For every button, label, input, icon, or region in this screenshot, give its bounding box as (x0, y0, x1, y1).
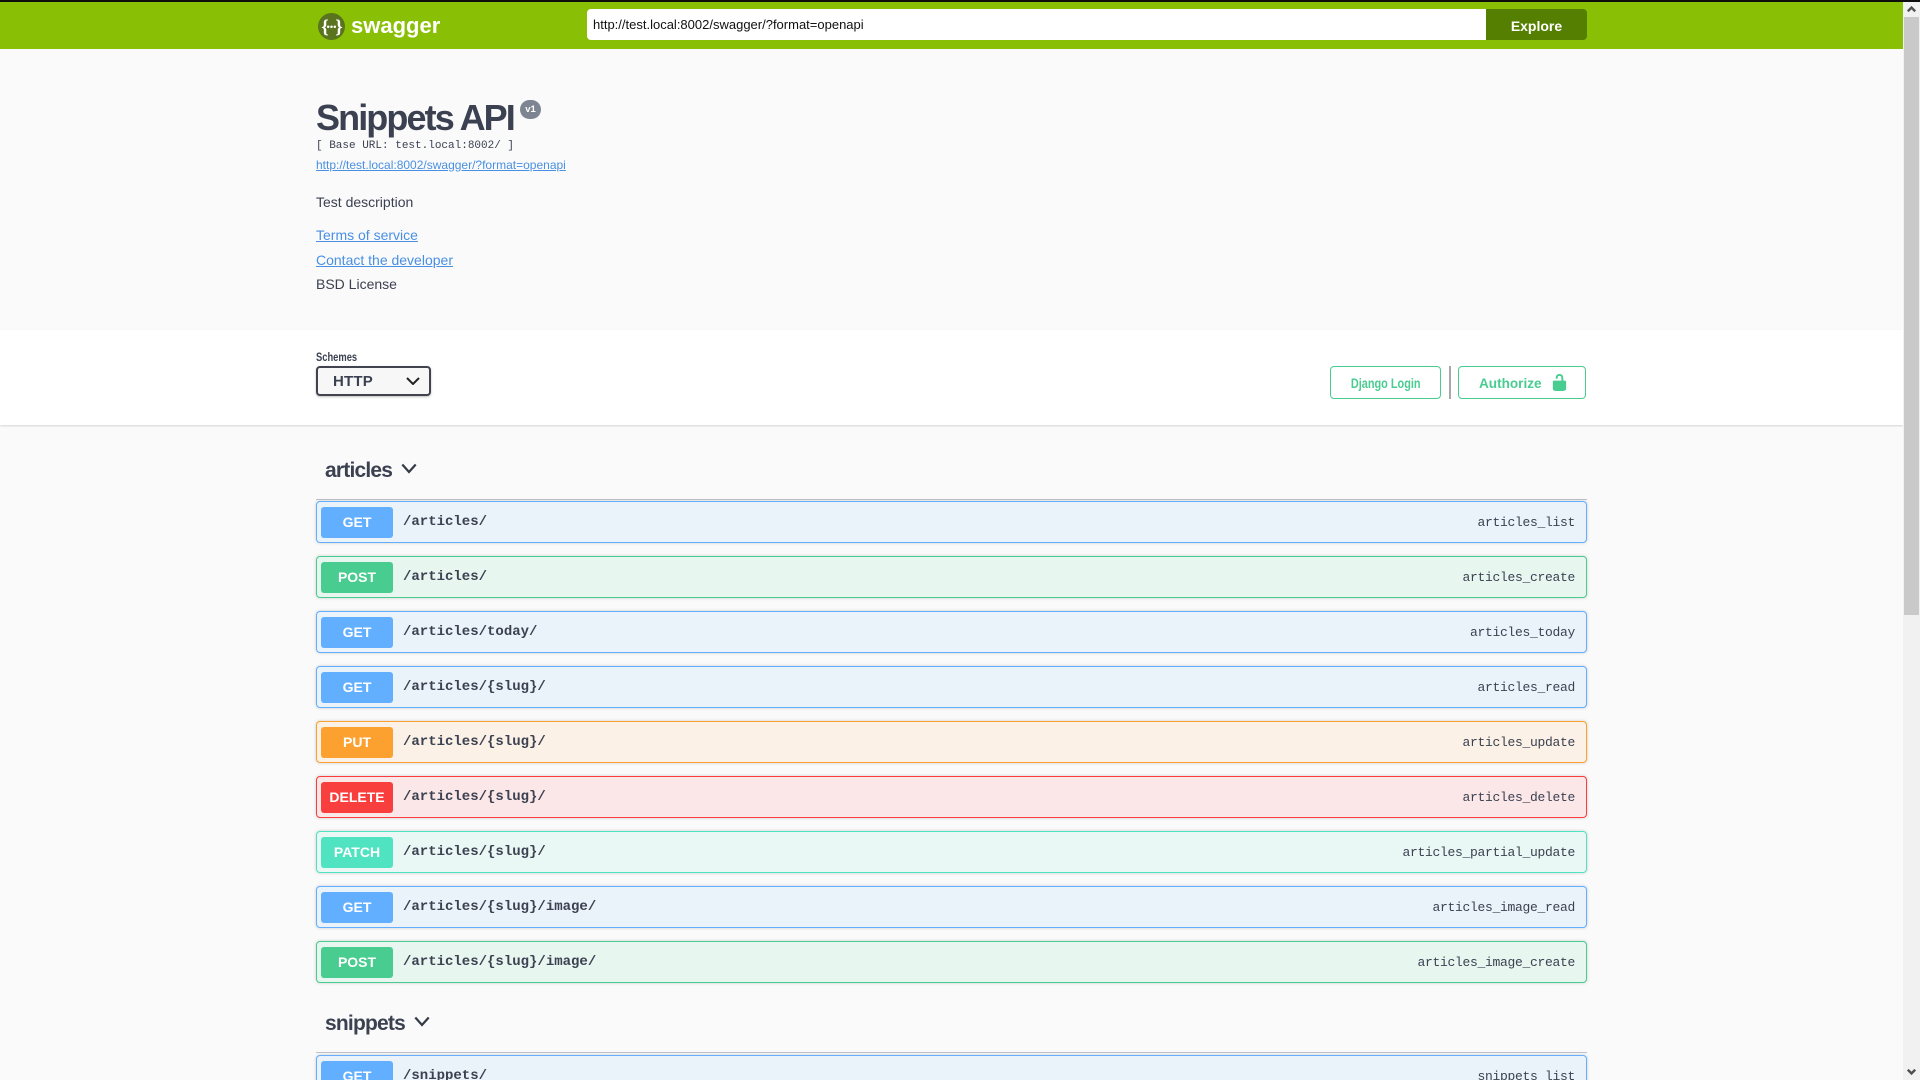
svg-text:}: } (335, 17, 343, 38)
